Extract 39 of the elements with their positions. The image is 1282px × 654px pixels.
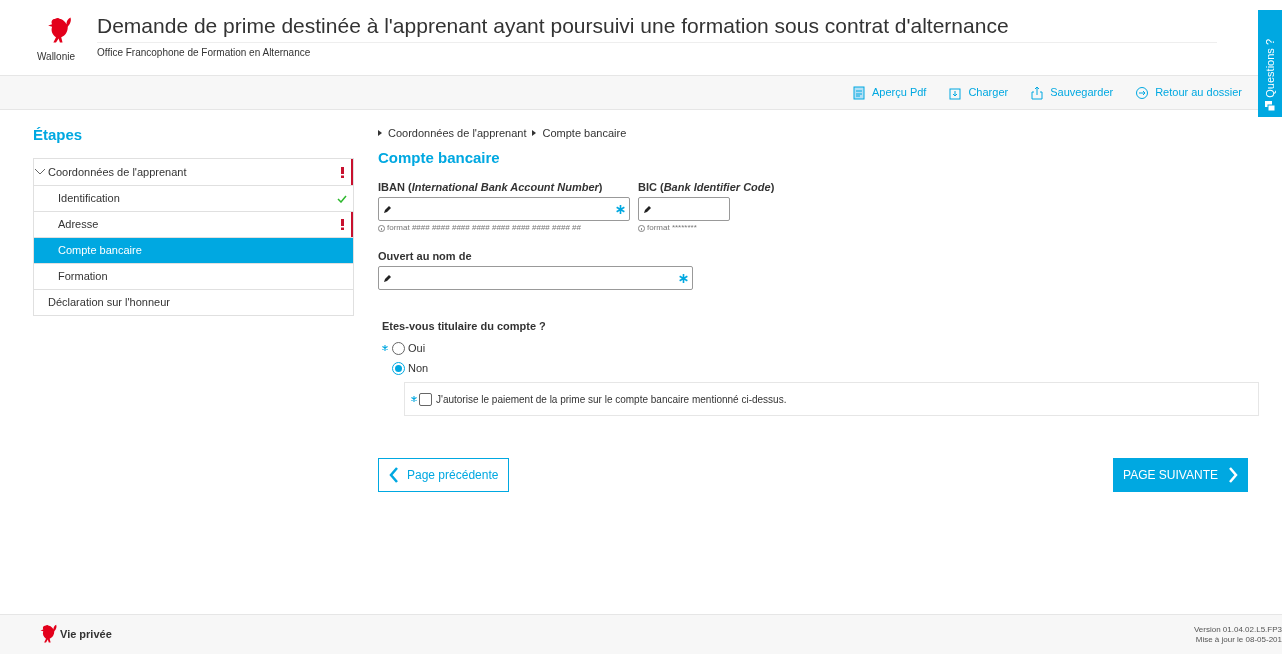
input-field[interactable] (638, 197, 730, 221)
checkbox[interactable] (419, 392, 432, 406)
radio-label[interactable]: Oui (408, 339, 426, 357)
input-field[interactable] (378, 197, 630, 221)
consent-label: J'autorise le paiement de la prime sur le compte bancaire mentionné ci-dessus. (436, 392, 787, 407)
triangle-right-icon (532, 130, 537, 136)
chevron-right-icon (1228, 467, 1238, 483)
question-label: Etes-vous titulaire du compte ? (382, 319, 547, 334)
section-title: Compte bancaire (378, 148, 501, 168)
triangle-right-icon (378, 130, 382, 136)
arrow-circle-icon (1135, 85, 1150, 100)
info-icon (638, 224, 645, 232)
sidebar-title: Étapes (33, 125, 84, 145)
step-item[interactable]: Adresse (34, 211, 353, 237)
chevron-left-icon (389, 467, 399, 483)
download-box-icon (948, 85, 963, 100)
chat-bubble-icon (1265, 101, 1275, 111)
input-field[interactable] (378, 266, 693, 290)
step-item[interactable]: Coordonnées de l'apprenant (34, 159, 353, 185)
breadcrumb-item[interactable]: Coordonnées de l'apprenant (388, 124, 527, 142)
update-date: Mise à jour le 08-05-201 (1195, 634, 1282, 645)
field-label: IBAN (International Bank Account Number) (378, 180, 604, 195)
pencil-icon (643, 204, 652, 214)
privacy-link[interactable]: Vie privée (60, 626, 112, 643)
format-hint: format ******** (647, 222, 697, 234)
upload-icon (1030, 85, 1045, 100)
document-icon (852, 85, 866, 100)
radio-label[interactable]: Non (408, 359, 429, 377)
page-title: Demande de prime destinée à l'apprenant ayant poursuivi une formation sous contrat d'alternance (97, 12, 1217, 43)
breadcrumb-item[interactable]: Compte bancaire (542, 124, 627, 142)
field-label: Ouvert au nom de (378, 249, 473, 264)
format-hint: format #### #### #### #### #### #### #### #### ## (387, 222, 581, 234)
page-subtitle: Office Francophone de Formation en Alternance (97, 46, 312, 60)
pencil-icon (383, 204, 392, 214)
info-icon (378, 224, 385, 232)
pencil-icon (383, 273, 392, 283)
field-label: BIC (Bank Identifier Code) (638, 180, 776, 195)
logo-caption: Wallonie (37, 52, 75, 62)
version-text: Version 01.04.02.L5.FP3 (1193, 624, 1282, 635)
